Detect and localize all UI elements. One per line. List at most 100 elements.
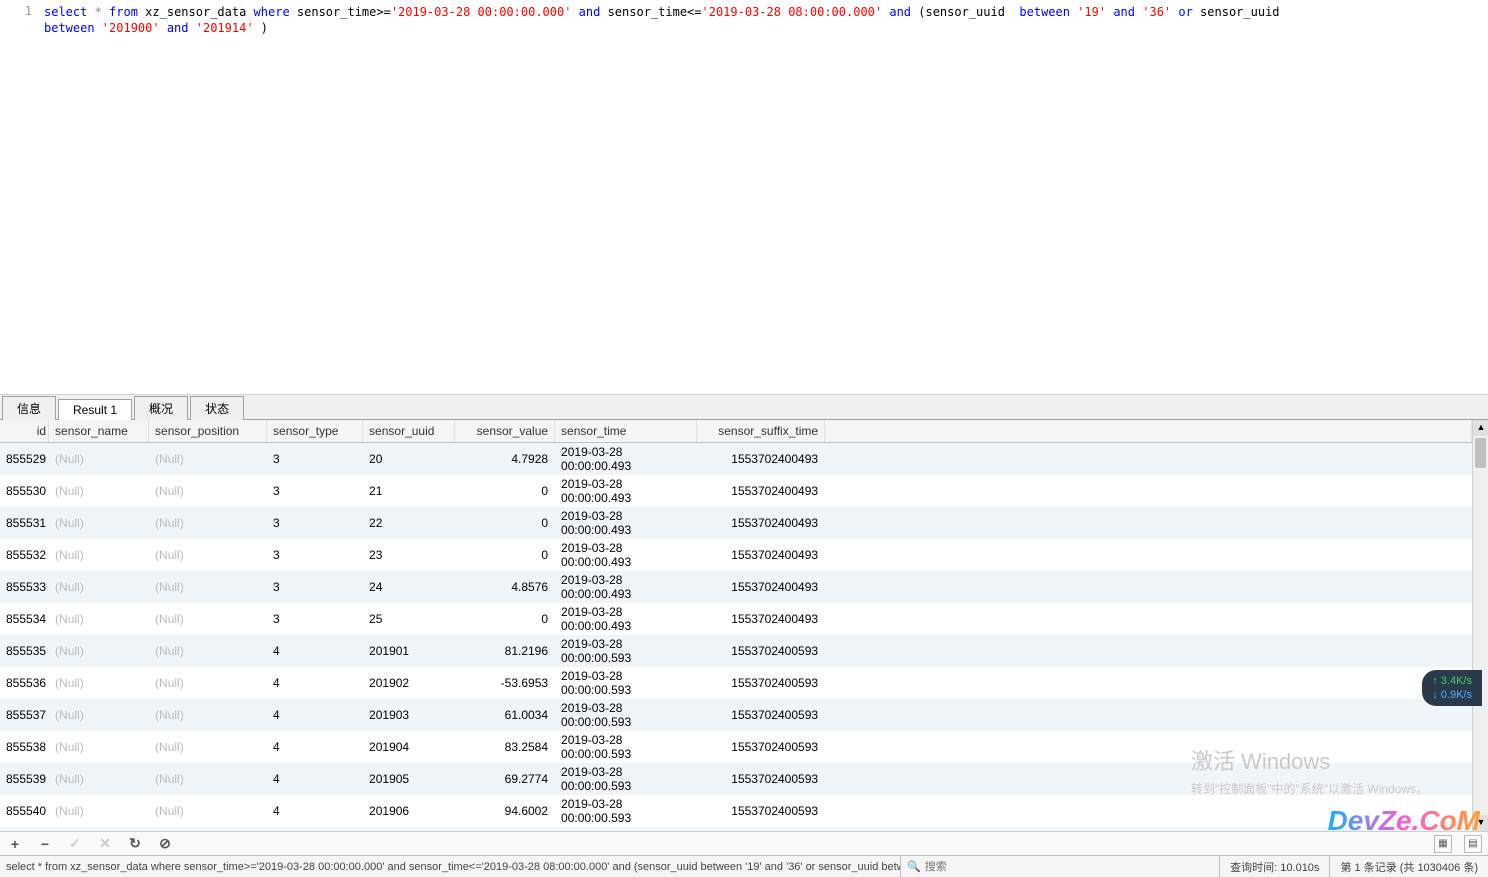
cell-sensor_name[interactable]: (Null): [49, 571, 149, 603]
scroll-down-button[interactable]: ▼: [1473, 815, 1488, 831]
tab-1[interactable]: Result 1: [58, 399, 132, 420]
cell-sensor_value[interactable]: 83.2584: [455, 731, 555, 763]
cell-sensor_name[interactable]: (Null): [49, 475, 149, 507]
cell-sensor_suffix_time[interactable]: 1553702400593: [697, 763, 825, 795]
refresh-button[interactable]: ↻: [126, 835, 144, 852]
cell-id[interactable]: 855535: [0, 635, 49, 667]
cell-sensor_name[interactable]: (Null): [49, 731, 149, 763]
cell-sensor_time[interactable]: 2019-03-28 00:00:00.593: [555, 731, 697, 763]
column-header-sensor_type[interactable]: sensor_type: [267, 420, 363, 443]
cell-sensor_suffix_time[interactable]: 1553702400593: [697, 795, 825, 827]
cell-sensor_name[interactable]: (Null): [49, 603, 149, 635]
cell-sensor_uuid[interactable]: 201904: [363, 731, 455, 763]
table-row[interactable]: 855532(Null)(Null)32302019-03-28 00:00:0…: [0, 539, 1472, 571]
cell-sensor_type[interactable]: 3: [267, 571, 363, 603]
cell-sensor_position[interactable]: (Null): [149, 539, 267, 571]
cell-sensor_name[interactable]: (Null): [49, 795, 149, 827]
cell-id[interactable]: 855534: [0, 603, 49, 635]
status-search[interactable]: 🔍: [900, 856, 1219, 877]
tab-3[interactable]: 状态: [190, 396, 244, 420]
cell-sensor_name[interactable]: (Null): [49, 699, 149, 731]
cell-sensor_time[interactable]: 2019-03-28 00:00:00.593: [555, 635, 697, 667]
cell-sensor_value[interactable]: 81.2196: [455, 635, 555, 667]
cell-sensor_uuid[interactable]: 201902: [363, 667, 455, 699]
cell-sensor_type[interactable]: 4: [267, 731, 363, 763]
cell-sensor_value[interactable]: 4.8576: [455, 571, 555, 603]
cell-sensor_time[interactable]: 2019-03-28 00:00:00.493: [555, 475, 697, 507]
cell-sensor_time[interactable]: 2019-03-28 00:00:00.593: [555, 763, 697, 795]
cell-sensor_suffix_time[interactable]: 1553702400493: [697, 443, 825, 476]
vertical-scrollbar[interactable]: ▲ ▼: [1472, 420, 1488, 831]
column-header-sensor_value[interactable]: sensor_value: [455, 420, 555, 443]
cell-id[interactable]: 855537: [0, 699, 49, 731]
cell-sensor_uuid[interactable]: 201905: [363, 763, 455, 795]
cell-sensor_type[interactable]: 3: [267, 443, 363, 476]
cell-sensor_position[interactable]: (Null): [149, 571, 267, 603]
table-row[interactable]: 855539(Null)(Null)420190569.27742019-03-…: [0, 763, 1472, 795]
result-grid[interactable]: idsensor_namesensor_positionsensor_types…: [0, 420, 1472, 831]
cell-sensor_value[interactable]: 61.0034: [455, 699, 555, 731]
scroll-up-button[interactable]: ▲: [1473, 420, 1488, 436]
grid-view-button[interactable]: ▦: [1434, 835, 1452, 853]
table-row[interactable]: 855534(Null)(Null)32502019-03-28 00:00:0…: [0, 603, 1472, 635]
cell-id[interactable]: 855529: [0, 443, 49, 476]
cell-sensor_position[interactable]: (Null): [149, 507, 267, 539]
cell-sensor_value[interactable]: 4.7928: [455, 443, 555, 476]
cell-sensor_name[interactable]: (Null): [49, 507, 149, 539]
cell-sensor_name[interactable]: (Null): [49, 635, 149, 667]
cell-sensor_value[interactable]: 0: [455, 603, 555, 635]
cell-sensor_position[interactable]: (Null): [149, 699, 267, 731]
cell-sensor_time[interactable]: 2019-03-28 00:00:00.593: [555, 667, 697, 699]
table-row[interactable]: 855538(Null)(Null)420190483.25842019-03-…: [0, 731, 1472, 763]
cell-sensor_type[interactable]: 4: [267, 763, 363, 795]
cell-sensor_time[interactable]: 2019-03-28 00:00:00.493: [555, 571, 697, 603]
cell-sensor_time[interactable]: 2019-03-28 00:00:00.593: [555, 699, 697, 731]
cell-sensor_uuid[interactable]: 201901: [363, 635, 455, 667]
delete-row-button[interactable]: −: [36, 836, 54, 852]
cell-sensor_position[interactable]: (Null): [149, 443, 267, 476]
cell-sensor_value[interactable]: 69.2774: [455, 763, 555, 795]
cell-id[interactable]: 855539: [0, 763, 49, 795]
apply-changes-button[interactable]: ✓: [66, 835, 84, 852]
cell-sensor_position[interactable]: (Null): [149, 795, 267, 827]
cell-sensor_time[interactable]: 2019-03-28 00:00:00.593: [555, 795, 697, 827]
cell-sensor_uuid[interactable]: 23: [363, 539, 455, 571]
column-header-sensor_time[interactable]: sensor_time: [555, 420, 697, 443]
table-row[interactable]: 855529(Null)(Null)3204.79282019-03-28 00…: [0, 443, 1472, 476]
cell-sensor_suffix_time[interactable]: 1553702400493: [697, 571, 825, 603]
cell-sensor_suffix_time[interactable]: 1553702400593: [697, 635, 825, 667]
cell-sensor_suffix_time[interactable]: 1553702400493: [697, 539, 825, 571]
cell-sensor_name[interactable]: (Null): [49, 667, 149, 699]
cell-sensor_uuid[interactable]: 20: [363, 443, 455, 476]
cell-sensor_value[interactable]: 94.6002: [455, 795, 555, 827]
tab-0[interactable]: 信息: [2, 396, 56, 420]
cell-sensor_name[interactable]: (Null): [49, 763, 149, 795]
form-view-button[interactable]: ▤: [1464, 835, 1482, 853]
cell-sensor_uuid[interactable]: 201903: [363, 699, 455, 731]
add-row-button[interactable]: +: [6, 836, 24, 852]
table-row[interactable]: 855540(Null)(Null)420190694.60022019-03-…: [0, 795, 1472, 827]
cell-sensor_value[interactable]: 0: [455, 507, 555, 539]
cell-sensor_suffix_time[interactable]: 1553702400493: [697, 603, 825, 635]
column-header-id[interactable]: id: [0, 420, 49, 443]
cell-sensor_time[interactable]: 2019-03-28 00:00:00.493: [555, 603, 697, 635]
cell-sensor_position[interactable]: (Null): [149, 635, 267, 667]
cell-sensor_uuid[interactable]: 22: [363, 507, 455, 539]
cell-sensor_time[interactable]: 2019-03-28 00:00:00.493: [555, 507, 697, 539]
cell-sensor_uuid[interactable]: 201906: [363, 795, 455, 827]
cell-id[interactable]: 855536: [0, 667, 49, 699]
cell-sensor_suffix_time[interactable]: 1553702400593: [697, 667, 825, 699]
cell-sensor_time[interactable]: 2019-03-28 00:00:00.493: [555, 539, 697, 571]
cell-sensor_type[interactable]: 4: [267, 795, 363, 827]
cell-sensor_value[interactable]: 0: [455, 475, 555, 507]
cell-sensor_value[interactable]: -53.6953: [455, 667, 555, 699]
cell-sensor_uuid[interactable]: 24: [363, 571, 455, 603]
cell-id[interactable]: 855533: [0, 571, 49, 603]
cell-sensor_uuid[interactable]: 25: [363, 603, 455, 635]
cell-sensor_position[interactable]: (Null): [149, 475, 267, 507]
cell-sensor_uuid[interactable]: 21: [363, 475, 455, 507]
cell-id[interactable]: 855532: [0, 539, 49, 571]
cell-sensor_suffix_time[interactable]: 1553702400493: [697, 475, 825, 507]
cell-sensor_name[interactable]: (Null): [49, 443, 149, 476]
cancel-changes-button[interactable]: ✕: [96, 835, 114, 852]
